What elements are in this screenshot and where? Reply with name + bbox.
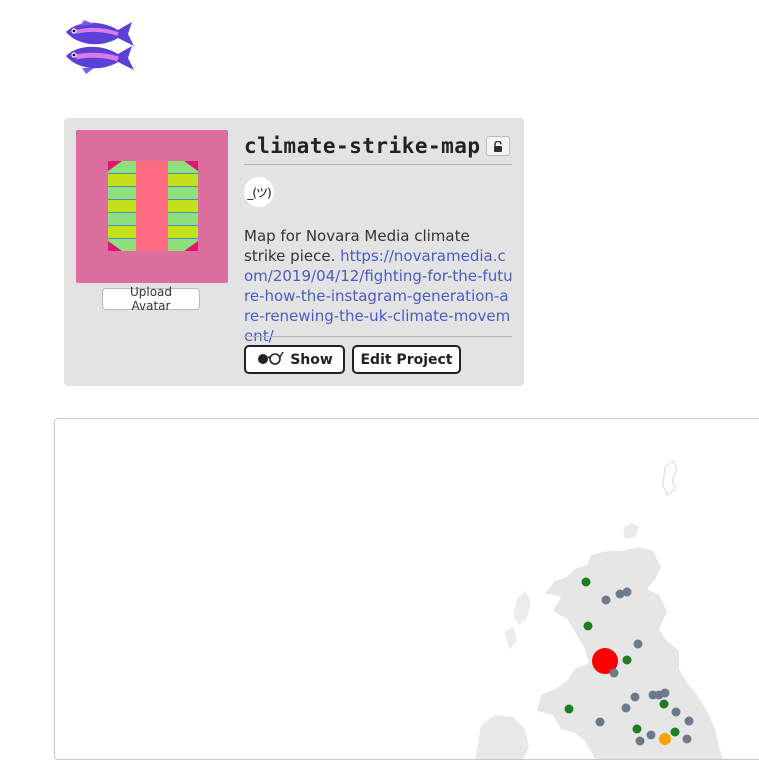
marker[interactable]	[635, 736, 645, 746]
project-card: Upload Avatar climate-strike-map _(ツ) Ma…	[64, 118, 524, 386]
padlock-icon[interactable]	[485, 136, 510, 156]
show-button[interactable]: Show	[244, 345, 345, 374]
marker[interactable]	[646, 730, 656, 740]
map-embed[interactable]	[54, 418, 759, 760]
marker[interactable]	[595, 717, 605, 727]
upload-avatar-button[interactable]: Upload Avatar	[102, 285, 200, 313]
marker[interactable]	[671, 707, 681, 717]
show-label: Show	[290, 351, 333, 368]
marker[interactable]	[684, 716, 694, 726]
marker[interactable]	[609, 668, 619, 678]
marker[interactable]	[682, 734, 692, 744]
marker[interactable]	[659, 699, 669, 709]
project-actions: Show Edit Project	[244, 345, 461, 374]
island-land	[505, 627, 517, 649]
user-avatar[interactable]: _(ツ)	[244, 177, 274, 207]
marker[interactable]	[581, 577, 591, 587]
orkney-land	[623, 523, 639, 539]
marker[interactable]	[622, 587, 632, 597]
divider	[244, 336, 512, 337]
glasses-icon	[256, 351, 284, 369]
project-title-row: climate-strike-map	[244, 130, 512, 165]
marker[interactable]	[654, 690, 664, 700]
project-title: climate-strike-map	[244, 134, 481, 158]
marker[interactable]	[622, 655, 632, 665]
shetland-land	[662, 460, 678, 496]
marker[interactable]	[630, 692, 640, 702]
marker[interactable]	[601, 595, 611, 605]
britain-land	[537, 547, 723, 759]
northern-ireland-land	[475, 715, 529, 759]
marker[interactable]	[633, 639, 643, 649]
marker-orange[interactable]	[659, 733, 671, 745]
uk-map[interactable]	[55, 419, 759, 759]
hebrides-land	[513, 591, 531, 625]
marker[interactable]	[583, 621, 593, 631]
project-avatar	[76, 130, 228, 283]
project-avatar-pattern-icon	[108, 161, 198, 251]
marker[interactable]	[632, 724, 642, 734]
project-info: climate-strike-map _(ツ) Map for Novara M…	[244, 130, 513, 374]
marker[interactable]	[564, 704, 574, 714]
marker[interactable]	[621, 703, 631, 713]
fish-logo-icon[interactable]	[62, 18, 136, 76]
project-description: Map for Novara Media climate strike piec…	[244, 226, 514, 346]
edit-project-button[interactable]: Edit Project	[352, 345, 461, 374]
marker[interactable]	[670, 727, 680, 737]
